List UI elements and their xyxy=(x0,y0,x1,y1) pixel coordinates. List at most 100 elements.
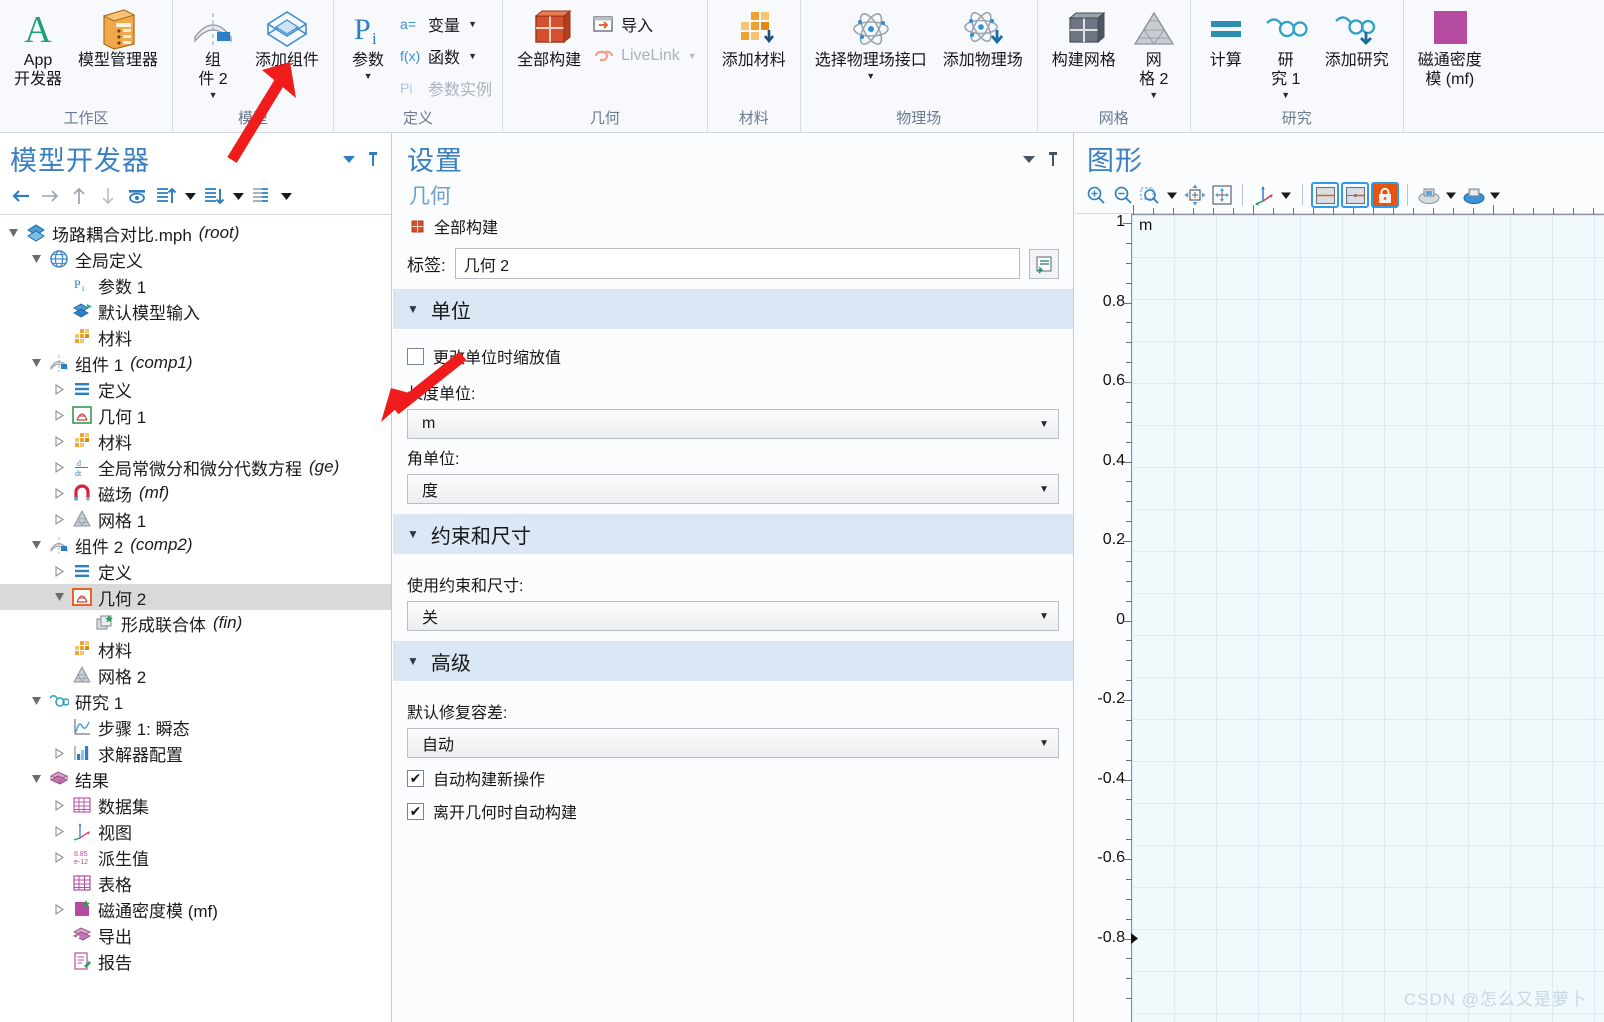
tree-item-20[interactable]: 求解器配置 xyxy=(0,740,391,766)
zoom-box-icon[interactable] xyxy=(1137,182,1162,208)
expand-arrow-closed-icon[interactable] xyxy=(54,487,70,499)
expand-arrow-closed-icon[interactable] xyxy=(54,513,70,525)
build-all-action[interactable]: 全部构建 xyxy=(393,212,1073,248)
tree-item-23[interactable]: 视图 xyxy=(0,818,391,844)
variables-button[interactable]: a= 变量 ▼ xyxy=(396,8,496,40)
axis-caret-icon[interactable] xyxy=(1278,182,1294,208)
list-view-icon[interactable] xyxy=(249,184,275,208)
add-study-button[interactable]: 添加研究 xyxy=(1317,4,1397,70)
import-button[interactable]: 导入 xyxy=(589,8,701,40)
tree-item-16[interactable]: 材料 xyxy=(0,636,391,662)
tree-item-11[interactable]: 网格 1 xyxy=(0,506,391,532)
pin-icon[interactable] xyxy=(367,151,379,167)
edit-label-button[interactable] xyxy=(1029,248,1059,279)
auto-build-new-checkbox[interactable] xyxy=(407,769,424,787)
expand-arrow-closed-icon[interactable] xyxy=(54,565,70,577)
tree-item-8[interactable]: 材料 xyxy=(0,428,391,454)
chevron-down-icon[interactable]: ▼ xyxy=(283,71,292,82)
chevron-down-icon[interactable]: ▼ xyxy=(468,51,477,61)
livelink-button[interactable]: LiveLink ▼ xyxy=(589,40,701,72)
tree-item-5[interactable]: 组件 1 (comp1) xyxy=(0,350,391,376)
tree-item-21[interactable]: 结果 xyxy=(0,766,391,792)
expand-arrow-closed-icon[interactable] xyxy=(54,903,70,915)
app-developer-button[interactable]: A App 开发器 xyxy=(6,4,70,89)
collapse-all-icon[interactable] xyxy=(153,184,179,208)
expand-arrow-closed-icon[interactable] xyxy=(54,383,70,395)
expand-arrow-open-icon[interactable] xyxy=(8,228,24,239)
angular-unit-select[interactable]: 度 ▼ xyxy=(407,474,1059,504)
list-caret-icon[interactable] xyxy=(278,184,294,208)
functions-button[interactable]: f(x) 函数 ▼ xyxy=(396,40,496,72)
section-header-constraints[interactable]: ▼ 约束和尺寸 xyxy=(393,514,1073,554)
tree-item-19[interactable]: 步骤 1: 瞬态 xyxy=(0,714,391,740)
expand-arrow-closed-icon[interactable] xyxy=(54,461,70,473)
scale-on-unit-change-row[interactable]: 更改单位时缩放值 xyxy=(407,341,1059,374)
collapse-caret-icon[interactable] xyxy=(182,184,198,208)
select-caret-icon[interactable] xyxy=(1443,182,1459,208)
label-input[interactable] xyxy=(454,248,1020,279)
scale-on-unit-change-checkbox[interactable] xyxy=(407,347,424,365)
move-down-icon[interactable] xyxy=(95,184,121,208)
default-repair-tolerance-select[interactable]: 自动 ▼ xyxy=(407,728,1059,758)
expand-arrow-open-icon[interactable] xyxy=(31,358,47,369)
move-up-icon[interactable] xyxy=(66,184,92,208)
auto-build-on-leave-row[interactable]: 离开几何时自动构建 xyxy=(407,796,1059,829)
plot-canvas[interactable]: m CSDN @怎么又是萝卜 xyxy=(1123,205,1604,1022)
expand-arrow-closed-icon[interactable] xyxy=(54,747,70,759)
compute-button[interactable]: 计算 xyxy=(1197,4,1255,70)
zoom-extents-icon[interactable] xyxy=(1182,182,1207,208)
study-1-button[interactable]: 研 究 1 ▼ xyxy=(1255,4,1317,101)
expand-arrow-open-icon[interactable] xyxy=(31,540,47,551)
chevron-down-icon[interactable] xyxy=(341,152,357,166)
expand-arrow-closed-icon[interactable] xyxy=(54,409,70,421)
expand-arrow-open-icon[interactable] xyxy=(31,774,47,785)
tree-item-27[interactable]: 导出 xyxy=(0,922,391,948)
select-box-caret-icon[interactable] xyxy=(1488,182,1502,208)
expand-arrow-open-icon[interactable] xyxy=(31,696,47,707)
tree-item-12[interactable]: 组件 2 (comp2) xyxy=(0,532,391,558)
add-component-button[interactable]: 添加组件 ▼ xyxy=(247,4,327,82)
tree-item-6[interactable]: 定义 xyxy=(0,376,391,402)
select-box-icon[interactable] xyxy=(1461,182,1486,208)
tree-item-3[interactable]: 默认模型输入 xyxy=(0,298,391,324)
select-physics-interface-button[interactable]: 选择物理场接口 ▼ xyxy=(807,4,935,82)
tree-item-10[interactable]: 磁场 (mf) xyxy=(0,480,391,506)
model-manager-button[interactable]: 模型管理器 xyxy=(70,4,166,70)
magnetic-flux-plot-button[interactable]: 磁通密度 模 (mf) xyxy=(1410,4,1490,89)
add-material-button[interactable]: 添加材料 xyxy=(714,4,794,70)
zoom-caret-icon[interactable] xyxy=(1164,182,1180,208)
chevron-down-icon[interactable]: ▼ xyxy=(688,51,697,61)
tree-item-28[interactable]: 报告 xyxy=(0,948,391,974)
zoom-in-icon[interactable] xyxy=(1083,182,1108,208)
component-2-button[interactable]: 组 件 2 ▼ xyxy=(179,4,247,101)
tree-item-17[interactable]: 网格 2 xyxy=(0,662,391,688)
auto-build-on-leave-checkbox[interactable] xyxy=(407,802,424,820)
axis-orientation-icon[interactable] xyxy=(1251,182,1276,208)
lock-icon[interactable] xyxy=(1371,182,1399,208)
length-unit-select[interactable]: m ▼ xyxy=(407,409,1059,439)
chevron-down-icon[interactable]: ▼ xyxy=(1149,90,1158,101)
chevron-down-icon[interactable]: ▼ xyxy=(866,71,875,82)
back-icon[interactable] xyxy=(8,184,34,208)
vertical-split-icon[interactable] xyxy=(1341,182,1369,208)
tree-item-9[interactable]: d dt 全局常微分和微分代数方程 (ge) xyxy=(0,454,391,480)
expand-arrow-closed-icon[interactable] xyxy=(54,435,70,447)
tree-item-4[interactable]: 材料 xyxy=(0,324,391,350)
show-hide-icon[interactable] xyxy=(124,184,150,208)
expand-caret-icon[interactable] xyxy=(230,184,246,208)
section-header-units[interactable]: ▼ 单位 xyxy=(393,289,1073,329)
tree-item-25[interactable]: 表格 xyxy=(0,870,391,896)
zoom-out-icon[interactable] xyxy=(1110,182,1135,208)
add-physics-button[interactable]: 添加物理场 xyxy=(935,4,1031,70)
tree-item-26[interactable]: 磁通密度模 (mf) xyxy=(0,896,391,922)
expand-arrow-closed-icon[interactable] xyxy=(54,851,70,863)
forward-icon[interactable] xyxy=(37,184,63,208)
chevron-down-icon[interactable]: ▼ xyxy=(468,19,477,29)
chevron-down-icon[interactable]: ▼ xyxy=(1281,90,1290,101)
expand-all-icon[interactable] xyxy=(201,184,227,208)
select-icon[interactable] xyxy=(1416,182,1441,208)
chevron-down-icon[interactable]: ▼ xyxy=(209,90,218,101)
chevron-down-icon[interactable] xyxy=(1021,152,1037,166)
expand-arrow-open-icon[interactable] xyxy=(31,254,47,265)
horizontal-split-icon[interactable] xyxy=(1311,182,1339,208)
